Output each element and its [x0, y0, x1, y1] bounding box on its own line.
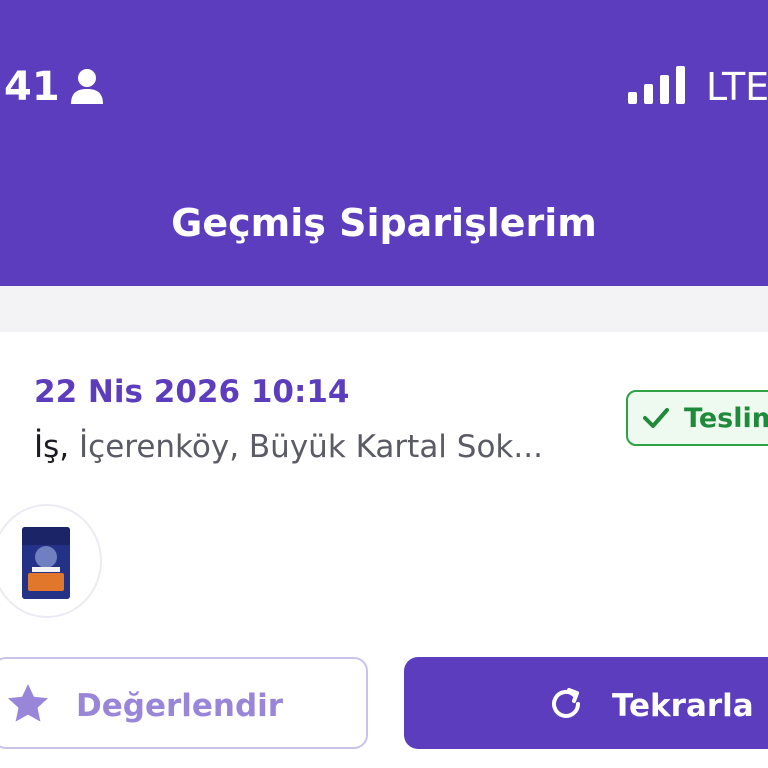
status-badge: Teslim	[626, 390, 768, 446]
person-icon	[71, 69, 103, 104]
star-icon	[8, 684, 48, 722]
reorder-button-label[interactable]: Tekrarla	[612, 686, 754, 726]
order-date: 22 Nis 2026 10:14	[34, 374, 350, 410]
network-type: LTE	[706, 65, 768, 109]
rate-button-label[interactable]: Değerlendir	[76, 686, 283, 726]
address-text: İçerenköy, Büyük Kartal Sok...	[69, 429, 543, 465]
order-address: İş, İçerenköy, Büyük Kartal Sok...	[34, 426, 543, 468]
address-label: İş,	[34, 429, 70, 465]
status-label: Teslim	[684, 403, 768, 434]
section-gap	[0, 286, 768, 332]
refresh-icon	[552, 688, 580, 718]
check-icon	[643, 408, 669, 428]
signal-icon	[628, 66, 685, 104]
status-time: 41	[4, 64, 60, 110]
product-image	[22, 527, 70, 599]
page-title: Geçmiş Siparişlerim	[171, 201, 597, 245]
